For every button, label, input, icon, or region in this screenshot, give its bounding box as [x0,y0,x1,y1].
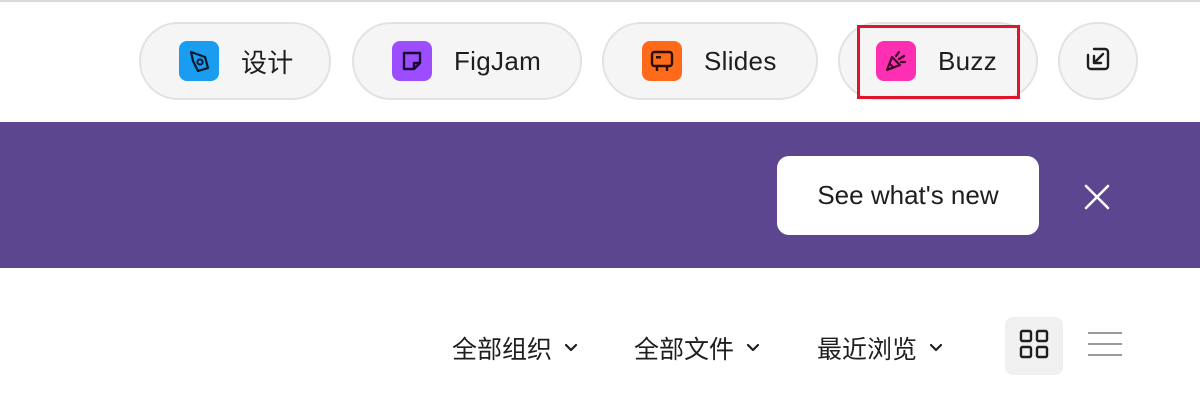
sort-dropdown[interactable]: 最近浏览 [817,330,943,366]
grid-view-icon [1018,328,1050,365]
figjam-product-button[interactable]: FigJam [352,22,582,100]
buzz-product-button[interactable]: Buzz [838,22,1038,100]
top-divider [0,0,1200,2]
presentation-icon [642,41,682,81]
import-icon [1083,44,1113,79]
pen-tool-icon [179,41,219,81]
file-type-filter-label: 全部文件 [634,335,735,364]
sort-label: 最近浏览 [817,335,918,364]
slides-product-button[interactable]: Slides [602,22,818,100]
chevron-down-icon [746,343,760,353]
list-view-icon [1087,328,1123,365]
organization-filter-dropdown[interactable]: 全部组织 [452,330,578,366]
chevron-down-icon [929,343,943,353]
file-type-filter-dropdown[interactable]: 全部文件 [634,330,760,366]
design-product-button[interactable]: 设计 [139,22,331,100]
figjam-product-label: FigJam [454,45,542,76]
announcement-banner: See what's new [0,122,1200,268]
megaphone-icon [876,41,916,81]
sticky-note-icon [392,41,432,81]
buzz-product-label: Buzz [938,45,998,76]
import-button[interactable] [1058,22,1138,100]
chevron-down-icon [564,343,578,353]
see-whats-new-button[interactable]: See what's new [777,156,1039,235]
design-product-label: 设计 [241,47,294,78]
grid-view-button[interactable] [1005,317,1063,375]
list-view-button[interactable] [1080,317,1130,375]
close-icon[interactable] [1080,180,1114,214]
organization-filter-label: 全部组织 [452,335,553,364]
slides-product-label: Slides [704,45,777,76]
